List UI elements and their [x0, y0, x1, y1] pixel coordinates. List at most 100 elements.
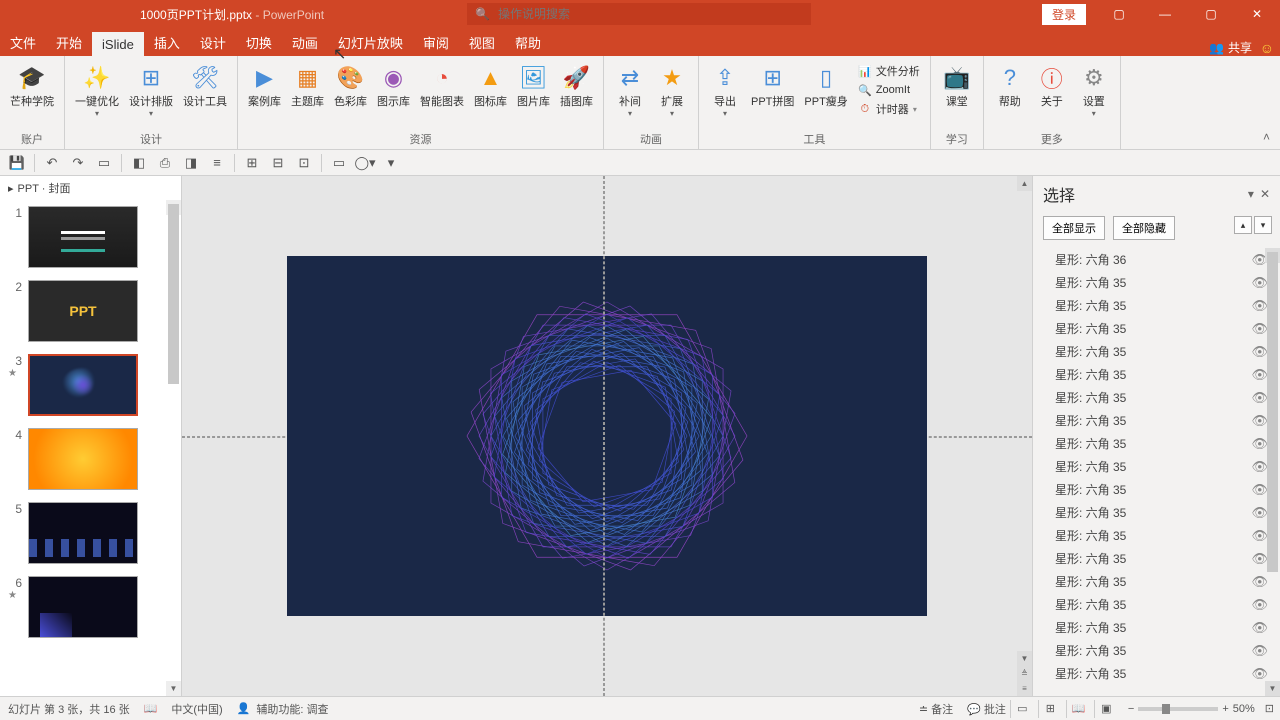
qat-btn[interactable]: ▭ [330, 154, 348, 172]
ribbon-slim-button[interactable]: ▯PPT瘦身 [800, 60, 851, 129]
qat-btn[interactable]: ◧ [130, 154, 148, 172]
selection-item[interactable]: 星形: 六角 35👁 [1037, 593, 1276, 616]
ribbon-export-button[interactable]: ⇪导出▾ [705, 60, 745, 129]
selection-scrollbar[interactable]: ▲ ▼ [1265, 248, 1280, 696]
thumbnail-scrollbar[interactable]: ▲ ▼ [166, 200, 181, 696]
selection-item[interactable]: 星形: 六角 35👁 [1037, 363, 1276, 386]
selection-item[interactable]: 星形: 六角 35👁 [1037, 570, 1276, 593]
ribbon-pie-button[interactable]: ◔智能图表 [416, 60, 468, 129]
ribbon-rocket-button[interactable]: 🚀插图库 [556, 60, 597, 129]
ribbon-tween-button[interactable]: ⇄补间▾ [610, 60, 650, 129]
selection-item[interactable]: 星形: 六角 35👁 [1037, 662, 1276, 685]
zoom-out-icon[interactable]: − [1128, 703, 1134, 715]
notes-button[interactable]: ≐ 备注 [919, 701, 953, 717]
comments-button[interactable]: 💬 批注 [967, 701, 1006, 717]
qat-more[interactable]: ▾ [382, 154, 400, 172]
ribbon-about-button[interactable]: ⓘ关于 [1032, 60, 1072, 129]
selection-item[interactable]: 星形: 六角 35👁 [1037, 317, 1276, 340]
close-button[interactable]: ✕ [1234, 0, 1280, 28]
ribbon-tools-button[interactable]: 🛠设计工具 [179, 60, 231, 129]
scroll-up-icon[interactable]: ▲ [1017, 176, 1032, 191]
slide-thumbnail[interactable]: 1 [0, 200, 181, 274]
selection-item[interactable]: 星形: 六角 35👁 [1037, 478, 1276, 501]
feedback-icon[interactable]: ☺ [1260, 40, 1274, 56]
selection-item[interactable]: 星形: 六角 35👁 [1037, 294, 1276, 317]
selection-item[interactable]: 星形: 六角 35👁 [1037, 639, 1276, 662]
zoom-level[interactable]: 50% [1233, 703, 1255, 715]
search-input[interactable] [498, 7, 803, 21]
slide-thumbnail[interactable]: 2 [0, 274, 181, 348]
selection-item[interactable]: 星形: 六角 35👁 [1037, 524, 1276, 547]
tell-me-search[interactable]: 🔍 [467, 3, 811, 25]
qat-btn[interactable]: ⊞ [243, 154, 261, 172]
slide-thumbnail[interactable]: 5 [0, 496, 181, 570]
tab-2[interactable]: iSlide [92, 32, 144, 56]
selection-item[interactable]: 星形: 六角 35👁 [1037, 616, 1276, 639]
qat-btn[interactable]: ⎙ [156, 154, 174, 172]
hide-all-button[interactable]: 全部隐藏 [1113, 216, 1175, 240]
qat-btn[interactable]: ≡ [208, 154, 226, 172]
qat-btn[interactable]: ◨ [182, 154, 200, 172]
normal-view-icon[interactable]: ▭ [1010, 700, 1034, 718]
slide-thumbnail[interactable]: 4 [0, 422, 181, 496]
ribbon-magic-button[interactable]: ✨一键优化▾ [71, 60, 123, 129]
language-status[interactable]: 中文(中国) [171, 701, 222, 717]
tab-1[interactable]: 开始 [46, 28, 92, 56]
ribbon-theme-button[interactable]: ▦主题库 [287, 60, 328, 129]
ribbon-analysis-button[interactable]: 📊文件分析 [856, 62, 922, 80]
collapse-ribbon-icon[interactable]: ˄ [1263, 130, 1270, 144]
prev-slide-icon[interactable]: ≜ [1017, 666, 1032, 681]
scroll-down-icon[interactable]: ▼ [1017, 651, 1032, 666]
spellcheck-icon[interactable]: 📖 [144, 702, 158, 715]
selection-item[interactable]: 星形: 六角 35👁 [1037, 432, 1276, 455]
tab-0[interactable]: 文件 [0, 28, 46, 56]
ribbon-play-button[interactable]: ▶案例库 [244, 60, 285, 129]
login-button[interactable]: 登录 [1042, 4, 1086, 25]
tab-4[interactable]: 设计 [190, 28, 236, 56]
maximize-button[interactable]: ▢ [1188, 0, 1234, 28]
selection-item[interactable]: 星形: 六角 35👁 [1037, 340, 1276, 363]
selection-item[interactable]: 星形: 六角 36👁 [1037, 248, 1276, 271]
tab-9[interactable]: 视图 [459, 28, 505, 56]
share-button[interactable]: 👥 共享 [1209, 39, 1252, 56]
qat-btn[interactable]: ⊟ [269, 154, 287, 172]
move-down-icon[interactable]: ▾ [1254, 216, 1272, 234]
zoom-slider[interactable] [1138, 707, 1218, 711]
qat-btn[interactable]: ⊡ [295, 154, 313, 172]
next-slide-icon[interactable]: ≡ [1017, 681, 1032, 696]
tab-10[interactable]: 帮助 [505, 28, 551, 56]
selection-item[interactable]: 星形: 六角 35👁 [1037, 455, 1276, 478]
qat-btn[interactable]: ▭ [95, 154, 113, 172]
selection-item[interactable]: 星形: 六角 35👁 [1037, 501, 1276, 524]
ribbon-shapes-button[interactable]: ▲图标库 [470, 60, 511, 129]
canvas-scrollbar[interactable]: ▲ ▼ ≜ ≡ [1017, 176, 1032, 696]
ribbon-layout-button[interactable]: ⊞设计排版▾ [125, 60, 177, 129]
ribbon-star-button[interactable]: ★扩展▾ [652, 60, 692, 129]
selection-item[interactable]: 星形: 六角 35👁 [1037, 409, 1276, 432]
slide-counter[interactable]: 幻灯片 第 3 张，共 16 张 [8, 701, 130, 717]
ribbon-palette-button[interactable]: 🎨色彩库 [330, 60, 371, 129]
reading-view-icon[interactable]: 📖 [1066, 700, 1090, 718]
move-up-icon[interactable]: ▴ [1234, 216, 1252, 234]
accessibility-status[interactable]: 👤 辅助功能: 调查 [237, 701, 329, 717]
scrollbar-thumb[interactable] [168, 204, 179, 384]
ribbon-gear-button[interactable]: ⚙设置▾ [1074, 60, 1114, 129]
scrollbar-thumb[interactable] [1267, 252, 1278, 572]
slide-thumbnail[interactable]: 3★ [0, 348, 181, 422]
slideshow-view-icon[interactable]: ▣ [1094, 700, 1118, 718]
tab-7[interactable]: 幻灯片放映 [328, 28, 413, 56]
show-all-button[interactable]: 全部显示 [1043, 216, 1105, 240]
tab-6[interactable]: 动画 [282, 28, 328, 56]
ribbon-image-button[interactable]: 🖼图片库 [513, 60, 554, 129]
slide-canvas-area[interactable]: ▲ ▼ ≜ ≡ [182, 176, 1032, 696]
pane-close-icon[interactable]: ✕ [1260, 187, 1270, 201]
zoom-in-icon[interactable]: + [1222, 703, 1228, 715]
scroll-down-icon[interactable]: ▼ [166, 681, 181, 696]
tab-8[interactable]: 审阅 [413, 28, 459, 56]
undo-icon[interactable]: ↶ [43, 154, 61, 172]
minimize-button[interactable]: — [1142, 0, 1188, 28]
tab-3[interactable]: 插入 [144, 28, 190, 56]
ribbon-class-button[interactable]: 📺课堂 [937, 60, 977, 129]
save-icon[interactable]: 💾 [8, 154, 26, 172]
scroll-down-icon[interactable]: ▼ [1265, 681, 1280, 696]
